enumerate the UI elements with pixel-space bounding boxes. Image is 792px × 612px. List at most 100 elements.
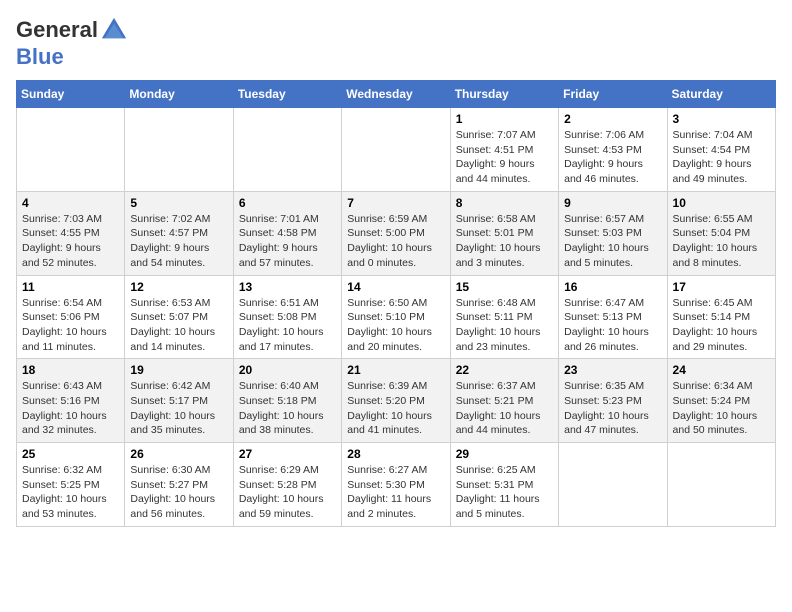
calendar-cell: 18 Sunrise: 6:43 AMSunset: 5:16 PMDayligh… xyxy=(17,359,125,443)
day-number: 2 xyxy=(564,112,661,126)
calendar-cell: 13Sunrise: 6:51 AMSunset: 5:08 PMDayligh… xyxy=(233,275,341,359)
header: General Blue xyxy=(16,16,776,70)
cell-content: Sunrise: 7:02 AMSunset: 4:57 PMDaylight:… xyxy=(130,212,227,271)
day-number: 11 xyxy=(22,280,119,294)
calendar-cell: 8 Sunrise: 6:58 AMSunset: 5:01 PMDaylight… xyxy=(450,191,558,275)
calendar-cell: 23 Sunrise: 6:35 AMSunset: 5:23 PMDayligh… xyxy=(559,359,667,443)
cell-content: Sunrise: 6:35 AMSunset: 5:23 PMDaylight:… xyxy=(564,379,661,438)
calendar-cell: 28 Sunrise: 6:27 AMSunset: 5:30 PMDayligh… xyxy=(342,443,450,527)
cell-content: Sunrise: 6:42 AMSunset: 5:17 PMDaylight:… xyxy=(130,379,227,438)
cell-content: Sunrise: 6:54 AMSunset: 5:06 PMDaylight:… xyxy=(22,296,119,355)
calendar-body: 1 Sunrise: 7:07 AMSunset: 4:51 PMDaylight… xyxy=(17,108,776,527)
day-number: 20 xyxy=(239,363,336,377)
cell-content: Sunrise: 6:34 AMSunset: 5:24 PMDaylight:… xyxy=(673,379,770,438)
day-number: 9 xyxy=(564,196,661,210)
week-row-3: 18 Sunrise: 6:43 AMSunset: 5:16 PMDayligh… xyxy=(17,359,776,443)
cell-content: Sunrise: 6:58 AMSunset: 5:01 PMDaylight:… xyxy=(456,212,553,271)
cell-content: Sunrise: 6:57 AMSunset: 5:03 PMDaylight:… xyxy=(564,212,661,271)
calendar-cell: 29 Sunrise: 6:25 AMSunset: 5:31 PMDayligh… xyxy=(450,443,558,527)
header-day-sunday: Sunday xyxy=(17,81,125,108)
calendar-cell xyxy=(233,108,341,192)
day-number: 29 xyxy=(456,447,553,461)
day-number: 25 xyxy=(22,447,119,461)
calendar-cell: 7 Sunrise: 6:59 AMSunset: 5:00 PMDaylight… xyxy=(342,191,450,275)
cell-content: Sunrise: 6:37 AMSunset: 5:21 PMDaylight:… xyxy=(456,379,553,438)
day-number: 4 xyxy=(22,196,119,210)
day-number: 3 xyxy=(673,112,770,126)
logo-icon xyxy=(100,16,128,44)
cell-content: Sunrise: 7:01 AMSunset: 4:58 PMDaylight:… xyxy=(239,212,336,271)
day-number: 16 xyxy=(564,280,661,294)
calendar-cell: 26 Sunrise: 6:30 AMSunset: 5:27 PMDayligh… xyxy=(125,443,233,527)
calendar-cell: 11 Sunrise: 6:54 AMSunset: 5:06 PMDayligh… xyxy=(17,275,125,359)
cell-content: Sunrise: 6:30 AMSunset: 5:27 PMDaylight:… xyxy=(130,463,227,522)
calendar-cell xyxy=(125,108,233,192)
day-number: 28 xyxy=(347,447,444,461)
day-number: 26 xyxy=(130,447,227,461)
header-day-saturday: Saturday xyxy=(667,81,775,108)
week-row-0: 1 Sunrise: 7:07 AMSunset: 4:51 PMDaylight… xyxy=(17,108,776,192)
day-number: 19 xyxy=(130,363,227,377)
cell-content: Sunrise: 6:45 AMSunset: 5:14 PMDaylight:… xyxy=(673,296,770,355)
cell-content: Sunrise: 6:59 AMSunset: 5:00 PMDaylight:… xyxy=(347,212,444,271)
day-number: 24 xyxy=(673,363,770,377)
day-number: 8 xyxy=(456,196,553,210)
cell-content: Sunrise: 6:40 AMSunset: 5:18 PMDaylight:… xyxy=(239,379,336,438)
day-number: 1 xyxy=(456,112,553,126)
header-day-thursday: Thursday xyxy=(450,81,558,108)
cell-content: Sunrise: 6:53 AMSunset: 5:07 PMDaylight:… xyxy=(130,296,227,355)
cell-content: Sunrise: 7:03 AMSunset: 4:55 PMDaylight:… xyxy=(22,212,119,271)
day-number: 21 xyxy=(347,363,444,377)
calendar-cell: 17 Sunrise: 6:45 AMSunset: 5:14 PMDayligh… xyxy=(667,275,775,359)
calendar-table: SundayMondayTuesdayWednesdayThursdayFrid… xyxy=(16,80,776,527)
week-row-1: 4 Sunrise: 7:03 AMSunset: 4:55 PMDaylight… xyxy=(17,191,776,275)
calendar-cell: 25 Sunrise: 6:32 AMSunset: 5:25 PMDayligh… xyxy=(17,443,125,527)
cell-content: Sunrise: 7:04 AMSunset: 4:54 PMDaylight:… xyxy=(673,128,770,187)
cell-content: Sunrise: 6:32 AMSunset: 5:25 PMDaylight:… xyxy=(22,463,119,522)
day-number: 23 xyxy=(564,363,661,377)
calendar-cell: 21 Sunrise: 6:39 AMSunset: 5:20 PMDayligh… xyxy=(342,359,450,443)
cell-content: Sunrise: 6:50 AMSunset: 5:10 PMDaylight:… xyxy=(347,296,444,355)
day-number: 6 xyxy=(239,196,336,210)
header-day-wednesday: Wednesday xyxy=(342,81,450,108)
calendar-cell: 2Sunrise: 7:06 AMSunset: 4:53 PMDaylight… xyxy=(559,108,667,192)
calendar-cell: 5Sunrise: 7:02 AMSunset: 4:57 PMDaylight… xyxy=(125,191,233,275)
calendar-cell xyxy=(342,108,450,192)
cell-content: Sunrise: 6:39 AMSunset: 5:20 PMDaylight:… xyxy=(347,379,444,438)
cell-content: Sunrise: 6:25 AMSunset: 5:31 PMDaylight:… xyxy=(456,463,553,522)
day-number: 22 xyxy=(456,363,553,377)
calendar-cell: 4 Sunrise: 7:03 AMSunset: 4:55 PMDaylight… xyxy=(17,191,125,275)
day-number: 10 xyxy=(673,196,770,210)
calendar-cell: 22 Sunrise: 6:37 AMSunset: 5:21 PMDayligh… xyxy=(450,359,558,443)
day-number: 18 xyxy=(22,363,119,377)
day-number: 27 xyxy=(239,447,336,461)
cell-content: Sunrise: 7:07 AMSunset: 4:51 PMDaylight:… xyxy=(456,128,553,187)
calendar-cell: 16Sunrise: 6:47 AMSunset: 5:13 PMDayligh… xyxy=(559,275,667,359)
day-number: 14 xyxy=(347,280,444,294)
cell-content: Sunrise: 6:48 AMSunset: 5:11 PMDaylight:… xyxy=(456,296,553,355)
calendar-cell xyxy=(667,443,775,527)
day-number: 15 xyxy=(456,280,553,294)
week-row-4: 25 Sunrise: 6:32 AMSunset: 5:25 PMDayligh… xyxy=(17,443,776,527)
cell-content: Sunrise: 6:29 AMSunset: 5:28 PMDaylight:… xyxy=(239,463,336,522)
cell-content: Sunrise: 6:43 AMSunset: 5:16 PMDaylight:… xyxy=(22,379,119,438)
day-number: 7 xyxy=(347,196,444,210)
header-day-friday: Friday xyxy=(559,81,667,108)
calendar-cell: 27 Sunrise: 6:29 AMSunset: 5:28 PMDayligh… xyxy=(233,443,341,527)
calendar-cell xyxy=(559,443,667,527)
calendar-cell: 6 Sunrise: 7:01 AMSunset: 4:58 PMDaylight… xyxy=(233,191,341,275)
calendar-cell: 14 Sunrise: 6:50 AMSunset: 5:10 PMDayligh… xyxy=(342,275,450,359)
calendar-cell: 1 Sunrise: 7:07 AMSunset: 4:51 PMDaylight… xyxy=(450,108,558,192)
logo-blue-text: Blue xyxy=(16,44,64,69)
day-number: 13 xyxy=(239,280,336,294)
calendar-cell: 24 Sunrise: 6:34 AMSunset: 5:24 PMDayligh… xyxy=(667,359,775,443)
day-number: 17 xyxy=(673,280,770,294)
calendar-cell: 3 Sunrise: 7:04 AMSunset: 4:54 PMDaylight… xyxy=(667,108,775,192)
day-number: 12 xyxy=(130,280,227,294)
calendar-cell: 12 Sunrise: 6:53 AMSunset: 5:07 PMDayligh… xyxy=(125,275,233,359)
calendar-header-row: SundayMondayTuesdayWednesdayThursdayFrid… xyxy=(17,81,776,108)
week-row-2: 11 Sunrise: 6:54 AMSunset: 5:06 PMDayligh… xyxy=(17,275,776,359)
calendar-cell xyxy=(17,108,125,192)
cell-content: Sunrise: 6:27 AMSunset: 5:30 PMDaylight:… xyxy=(347,463,444,522)
calendar-cell: 9 Sunrise: 6:57 AMSunset: 5:03 PMDaylight… xyxy=(559,191,667,275)
